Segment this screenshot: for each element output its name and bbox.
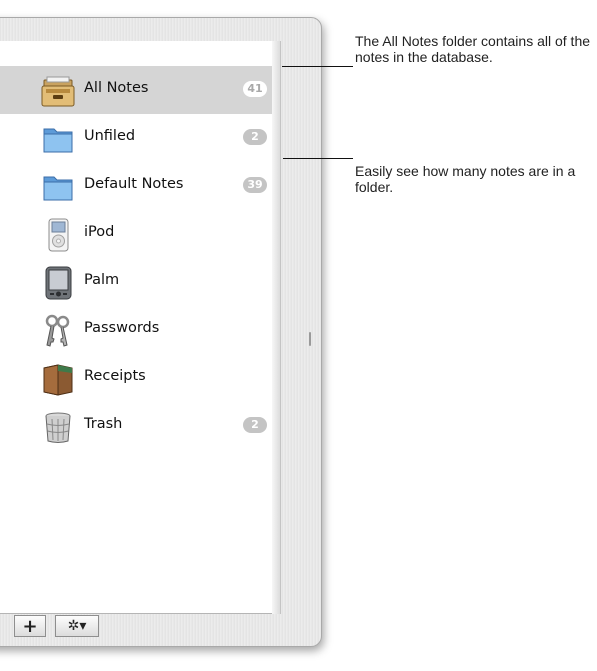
sidebar-item-receipts[interactable]: Receipts — [0, 354, 272, 402]
trash-icon — [41, 410, 75, 444]
sidebar-item-label: Default Notes — [84, 176, 184, 192]
keys-icon — [41, 314, 75, 348]
folder-icon — [41, 122, 75, 156]
sidebar-item-label: Unfiled — [84, 128, 136, 144]
sidebar-item-label: Trash — [84, 416, 123, 432]
sidebar-item-all-notes[interactable]: All Notes 41 — [0, 66, 272, 114]
sidebar-item-unfiled[interactable]: Unfiled 2 — [0, 114, 272, 162]
sidebar-item-ipod[interactable]: iPod — [0, 210, 272, 258]
sidebar-item-label: Palm — [84, 272, 120, 288]
sidebar-item-palm[interactable]: Palm — [0, 258, 272, 306]
drawer-icon — [41, 74, 75, 108]
splitter-handle[interactable] — [309, 332, 311, 346]
sidebar-item-passwords[interactable]: Passwords — [0, 306, 272, 354]
add-folder-button[interactable]: + — [14, 615, 46, 637]
note-count-badge: 2 — [243, 417, 267, 433]
callout-leader-line — [283, 158, 353, 159]
sidebar-item-label: All Notes — [84, 80, 149, 96]
folder-source-list: All Notes 41 Unfiled 2 Default Notes 39 … — [0, 41, 273, 614]
folder-icon — [41, 170, 75, 204]
notes-window: All Notes 41 Unfiled 2 Default Notes 39 … — [0, 17, 322, 647]
sidebar-item-default-notes[interactable]: Default Notes 39 — [0, 162, 272, 210]
callout-note-counts: Easily see how many notes are in a folde… — [355, 163, 576, 195]
callout-all-notes: The All Notes folder contains all of the… — [355, 33, 591, 65]
ipod-icon — [41, 218, 75, 252]
sidebar-item-trash[interactable]: Trash 2 — [0, 402, 272, 450]
sidebar-item-label: Receipts — [84, 368, 146, 384]
sidebar-item-label: Passwords — [84, 320, 160, 336]
palm-icon — [41, 266, 75, 300]
note-count-badge: 41 — [243, 81, 267, 97]
wallet-icon — [41, 362, 75, 396]
sidebar-item-label: iPod — [84, 224, 115, 240]
note-count-badge: 2 — [243, 129, 267, 145]
source-list-scroll-edge — [272, 41, 281, 614]
callout-leader-line — [282, 66, 353, 67]
note-count-badge: 39 — [243, 177, 267, 193]
action-menu-button[interactable]: ✲▾ — [55, 615, 99, 637]
